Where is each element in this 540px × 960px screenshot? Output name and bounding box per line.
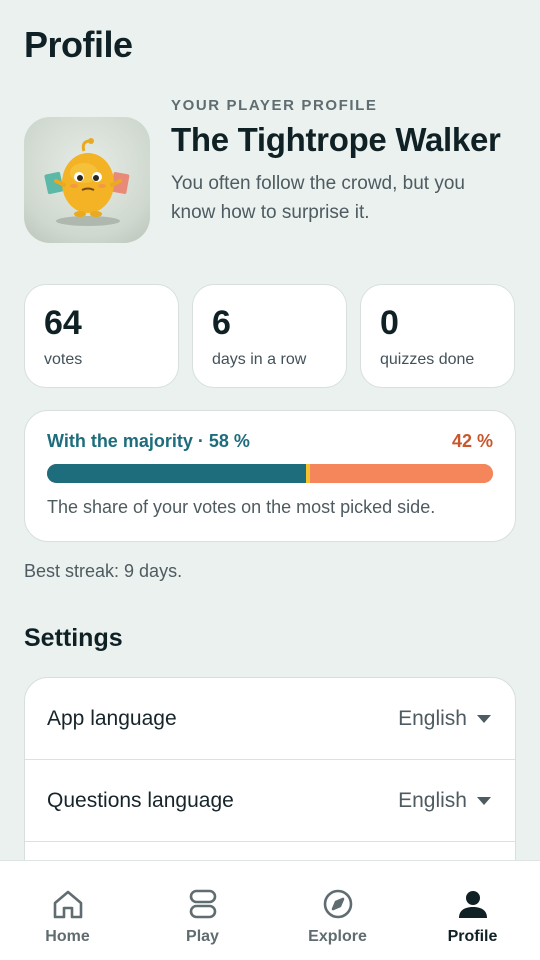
setting-label: App language: [47, 706, 177, 730]
setting-value: English: [398, 706, 467, 730]
stat-card-quizzes: 0 quizzes done: [360, 284, 515, 388]
setting-questions-language[interactable]: Questions language English: [25, 760, 515, 842]
setting-label: Questions language: [47, 788, 234, 812]
profile-description: You often follow the crowd, but you know…: [171, 173, 465, 223]
nav-label: Profile: [447, 928, 498, 945]
person-icon: [455, 886, 491, 922]
nav-item-play[interactable]: Play: [135, 861, 270, 960]
majority-card: With the majority · 58 % 42 % The share …: [24, 410, 516, 542]
majority-label: With the majority · 58 %: [47, 431, 250, 451]
nav-label: Explore: [308, 928, 367, 945]
best-streak-text: Best streak: 9 days.: [24, 561, 183, 581]
language-select[interactable]: English: [398, 789, 491, 813]
caret-down-icon: [477, 796, 491, 805]
compass-icon: [320, 886, 356, 922]
profile-eyebrow: YOUR PLAYER PROFILE: [171, 97, 378, 114]
nav-label: Home: [45, 928, 90, 945]
stat-card-votes: 64 votes: [24, 284, 179, 388]
mascot-illustration: [44, 138, 130, 226]
stat-value: 0: [380, 304, 399, 342]
stat-label: votes: [44, 351, 83, 368]
majority-caption: The share of your votes on the most pick…: [47, 497, 436, 517]
stat-label: quizzes done: [380, 351, 475, 368]
stat-value: 6: [212, 304, 231, 342]
nav-item-explore[interactable]: Explore: [270, 861, 405, 960]
settings-title: Settings: [24, 624, 123, 652]
minority-bar-fill: [309, 464, 493, 483]
page-title: Profile: [24, 24, 133, 65]
avatar: [24, 117, 150, 243]
nav-item-profile[interactable]: Profile: [405, 861, 540, 960]
play-icon: [185, 886, 221, 922]
nav-label: Play: [186, 928, 219, 945]
setting-value: English: [398, 788, 467, 812]
stat-label: days in a row: [212, 351, 307, 368]
home-icon: [50, 886, 86, 922]
stat-value: 64: [44, 304, 82, 342]
language-select[interactable]: English: [398, 707, 491, 731]
caret-down-icon: [477, 714, 491, 723]
stat-card-streak: 6 days in a row: [192, 284, 347, 388]
profile-name: The Tightrope Walker: [171, 121, 501, 158]
profile-header: YOUR PLAYER PROFILE The Tightrope Walker…: [171, 97, 511, 227]
majority-progress-bar: [47, 464, 493, 483]
setting-app-language[interactable]: App language English: [25, 678, 515, 760]
bottom-nav: Home Play Explore Profile: [0, 860, 540, 960]
nav-item-home[interactable]: Home: [0, 861, 135, 960]
minority-label: 42 %: [451, 431, 493, 451]
majority-bar-fill: [47, 464, 306, 483]
